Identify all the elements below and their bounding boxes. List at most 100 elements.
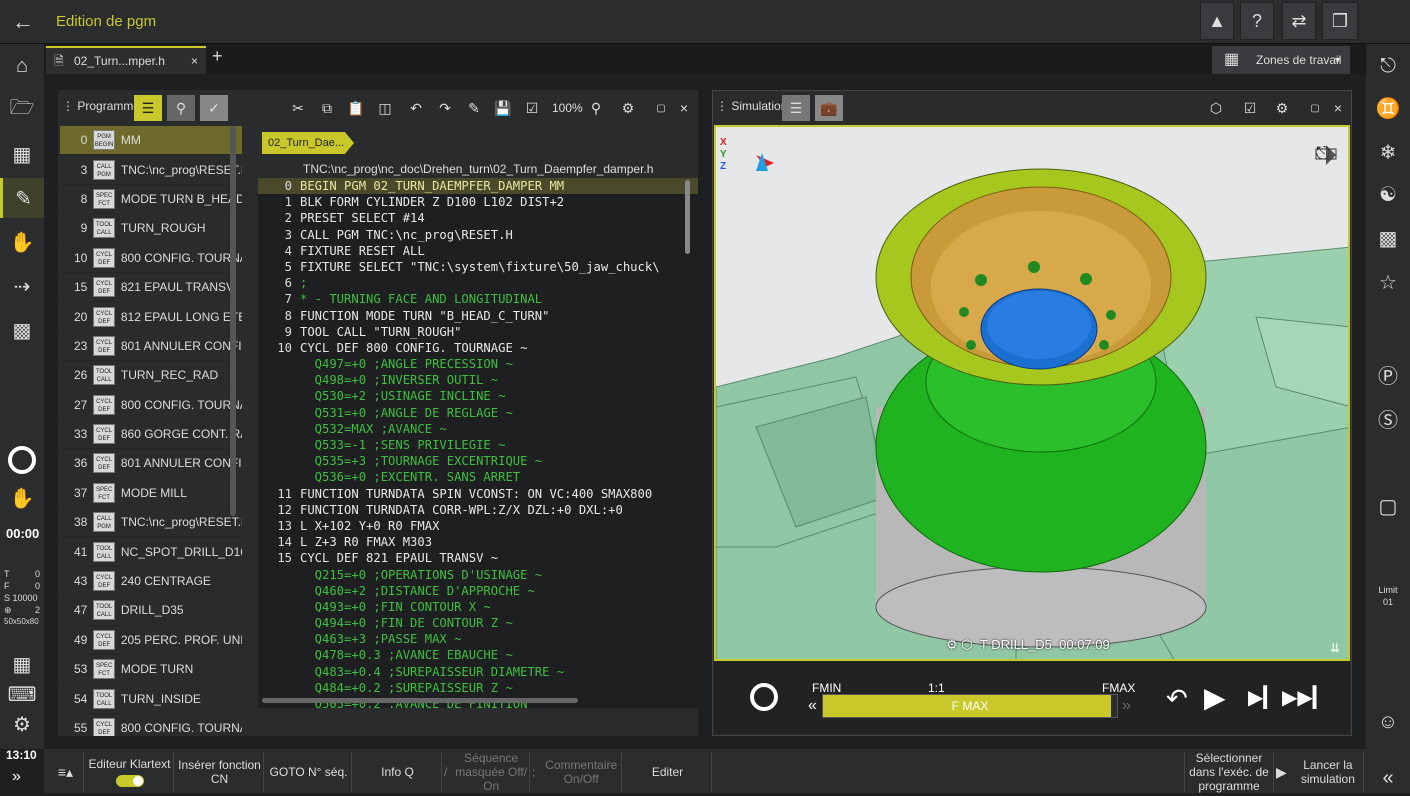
- hand-stop-icon[interactable]: ✋: [0, 480, 44, 516]
- code-line[interactable]: Q497=+0 ;ANGLE PRECESSION ~: [258, 356, 698, 372]
- spindle-icon[interactable]: ⎋: [1366, 48, 1410, 84]
- code-line[interactable]: Q484=+0.2 ;SUREPAISSEUR Z ~: [258, 680, 698, 696]
- code-line[interactable]: Q535=+3 ;TOURNAGE EXCENTRIQUE ~: [258, 453, 698, 469]
- code-line[interactable]: 13 L X+102 Y+0 R0 FMAX: [258, 518, 698, 534]
- sim-list-icon[interactable]: ☰: [782, 95, 810, 121]
- compare-icon[interactable]: ◫: [371, 95, 399, 121]
- info-q-softkey[interactable]: Info Q: [354, 752, 442, 792]
- home-icon[interactable]: ⌂: [0, 48, 44, 84]
- editor-scrollbar[interactable]: [685, 180, 690, 254]
- play-icon[interactable]: ▶: [1204, 681, 1226, 714]
- editor-toggle-switch[interactable]: [115, 775, 144, 787]
- select-in-run-softkey[interactable]: Sélectionner dans l'exéc. de programme: [1184, 751, 1274, 793]
- redo-icon[interactable]: ↷: [431, 95, 459, 121]
- block-list-item[interactable]: 9 TOOL CALL TURN_ROUGH: [60, 214, 242, 244]
- favorites-star-icon[interactable]: ☆: [1366, 264, 1410, 300]
- code-line[interactable]: Q536=+0 ;EXCENTR. SANS ARRET: [258, 469, 698, 485]
- help-icon[interactable]: ?: [1240, 2, 1274, 40]
- block-list-item[interactable]: 38 CALL PGM TNC:\nc_prog\RESET.H: [60, 508, 242, 538]
- close-panel-icon[interactable]: ×: [670, 95, 698, 121]
- code-line[interactable]: Q215=+0 ;OPERATIONS D'USINAGE ~: [258, 567, 698, 583]
- code-line[interactable]: 7 * - TURNING FACE AND LONGITUDINAL: [258, 291, 698, 307]
- code-line[interactable]: 6;: [258, 275, 698, 291]
- block-list-item[interactable]: 37 SPEC FCT MODE MILL: [60, 479, 242, 509]
- settings-gear-icon[interactable]: ⚙: [0, 706, 44, 742]
- collapse-down-icon[interactable]: ⇊: [1330, 641, 1340, 655]
- code-line[interactable]: 0 BEGIN PGM 02_TURN_DAEMPFER_DAMPER MM: [258, 178, 698, 195]
- code-line[interactable]: Q460=+2 ;DISTANCE D'APPROCHE ~: [258, 583, 698, 599]
- undo-icon[interactable]: ↶: [402, 95, 430, 121]
- comment-softkey[interactable]: ; Commentaire On/Off: [532, 752, 622, 792]
- sim-close-icon[interactable]: ×: [1324, 95, 1352, 121]
- copy-icon[interactable]: ⧉: [313, 95, 341, 121]
- list-view-icon[interactable]: ☰: [134, 95, 162, 121]
- breadcrumb[interactable]: 02_Turn_Dae...: [262, 132, 355, 154]
- code-line[interactable]: 1 BLK FORM CYLINDER Z D100 L102 DIST+2: [258, 194, 698, 210]
- machine-config-icon[interactable]: ▩: [1366, 220, 1410, 256]
- spindle-override-icon[interactable]: Ⓢ: [1366, 400, 1410, 436]
- manual-hand-icon[interactable]: ✋: [0, 224, 44, 260]
- block-list-item[interactable]: 10 CYCL DEF 800 CONFIG. TOURNAGE: [60, 244, 242, 273]
- search-icon[interactable]: ⚲: [167, 95, 195, 121]
- code-line[interactable]: Q494=+0 ;FIN DE CONTOUR Z ~: [258, 615, 698, 631]
- block-list-item[interactable]: 26 TOOL CALL TURN_REC_RAD: [60, 361, 242, 391]
- edit-doc-icon[interactable]: ✎: [460, 95, 488, 121]
- expand-icon[interactable]: »: [12, 768, 21, 786]
- code-line[interactable]: 2 PRESET SELECT #14: [258, 210, 698, 226]
- sim-reset-circle-icon[interactable]: [750, 683, 778, 711]
- code-line[interactable]: 15 CYCL DEF 821 EPAUL TRANSV ~: [258, 550, 698, 566]
- block-list-scrollbar[interactable]: [230, 126, 236, 516]
- block-list-item[interactable]: 53 SPEC FCT MODE TURN: [60, 655, 242, 685]
- insert-function-softkey[interactable]: Insérer fonction CN: [176, 752, 264, 792]
- coolant-icon[interactable]: ❄: [1366, 134, 1410, 170]
- block-list-item[interactable]: 36 CYCL DEF 801 ANNULER CONFIG. TO: [60, 449, 242, 479]
- simulation-viewport[interactable]: X Y Z ⎋ ⚙ ⬡ T DRILL_D5 00:07:09 ⇊: [714, 125, 1350, 661]
- feed-slider[interactable]: F MAX: [822, 694, 1118, 718]
- windows-icon[interactable]: ❐: [1322, 2, 1358, 40]
- block-list-item[interactable]: 27 CYCL DEF 800 CONFIG. TOURNAGE: [60, 391, 242, 420]
- machine-icon[interactable]: ▩: [0, 312, 44, 348]
- close-tab-icon[interactable]: ×: [191, 48, 198, 74]
- editor-toggle-softkey[interactable]: Editeur Klartext: [86, 752, 174, 792]
- feed-override-icon[interactable]: Ⓟ: [1366, 356, 1410, 392]
- code-line[interactable]: 11 FUNCTION TURNDATA SPIN VCONST: ON VC:4…: [258, 486, 698, 502]
- edit-program-icon[interactable]: ✎: [0, 178, 44, 218]
- back-arrow-icon[interactable]: ←: [8, 8, 38, 36]
- warning-icon[interactable]: ▲: [1200, 2, 1234, 40]
- folder-icon[interactable]: 🗁: [0, 92, 44, 128]
- menu-icon[interactable]: ≡▴: [48, 752, 84, 792]
- code-line[interactable]: Q478=+0.3 ;AVANCE EBAUCHE ~: [258, 647, 698, 663]
- code-line[interactable]: 14 L Z+3 R0 FMAX M303: [258, 534, 698, 550]
- code-line[interactable]: Q533=-1 ;SENS PRIVILEGIE ~: [258, 437, 698, 453]
- nc-start-circle-icon[interactable]: [8, 446, 36, 474]
- feed-increase-icon[interactable]: »: [1122, 697, 1131, 715]
- block-list-item[interactable]: 49 CYCL DEF 205 PERC. PROF. UNIVERS: [60, 626, 242, 656]
- user-settings-icon[interactable]: ☺: [1366, 704, 1410, 740]
- cut-icon[interactable]: ✂: [284, 95, 312, 121]
- run-icon[interactable]: ⇢: [0, 268, 44, 304]
- launch-simulation-softkey[interactable]: ▶ Lancer la simulation: [1276, 752, 1364, 792]
- block-list-item[interactable]: 0 PGM BEGIN MM: [60, 126, 242, 156]
- probe-icon[interactable]: ♊: [1366, 90, 1410, 126]
- save-icon[interactable]: 💾: [489, 95, 517, 121]
- check-icon[interactable]: ✓: [200, 95, 228, 121]
- block-list-item[interactable]: 3 CALL PGM TNC:\nc_prog\RESET.H: [60, 155, 242, 185]
- code-editor[interactable]: 0 BEGIN PGM 02_TURN_DAEMPFER_DAMPER MM 1 BL…: [258, 178, 698, 708]
- block-list-item[interactable]: 20 CYCL DEF 812 EPAUL LONG ETENDU: [60, 302, 242, 332]
- block-list-item[interactable]: 41 TOOL CALL NC_SPOT_DRILL_D16: [60, 537, 242, 567]
- hidden-block-softkey[interactable]: / Séquence masquée Off/ On: [444, 751, 530, 793]
- code-line[interactable]: 8 FUNCTION MODE TURN "B_HEAD_C_TURN": [258, 308, 698, 324]
- code-line[interactable]: 10 CYCL DEF 800 CONFIG. TOURNAGE ~: [258, 340, 698, 356]
- feed-decrease-icon[interactable]: «: [808, 697, 817, 715]
- clamp-icon[interactable]: ▢: [1366, 488, 1410, 524]
- block-list-item[interactable]: 47 TOOL CALL DRILL_D35: [60, 596, 242, 626]
- program-settings-gear-icon[interactable]: ⚙: [614, 95, 642, 121]
- code-line[interactable]: 12 FUNCTION TURNDATA CORR-WPL:Z/X DZL:+0 …: [258, 502, 698, 518]
- code-line[interactable]: Q463=+3 ;PASSE MAX ~: [258, 631, 698, 647]
- goto-softkey[interactable]: GOTO N° séq.: [266, 752, 352, 792]
- sim-edit-icon[interactable]: ☑: [1236, 95, 1264, 121]
- tool-view-icon[interactable]: ⎋: [1316, 143, 1330, 164]
- tools-icon[interactable]: ☯: [1366, 176, 1410, 212]
- sim-settings-gear-icon[interactable]: ⚙: [1268, 95, 1296, 121]
- zoom-icon[interactable]: ⚲: [582, 95, 610, 121]
